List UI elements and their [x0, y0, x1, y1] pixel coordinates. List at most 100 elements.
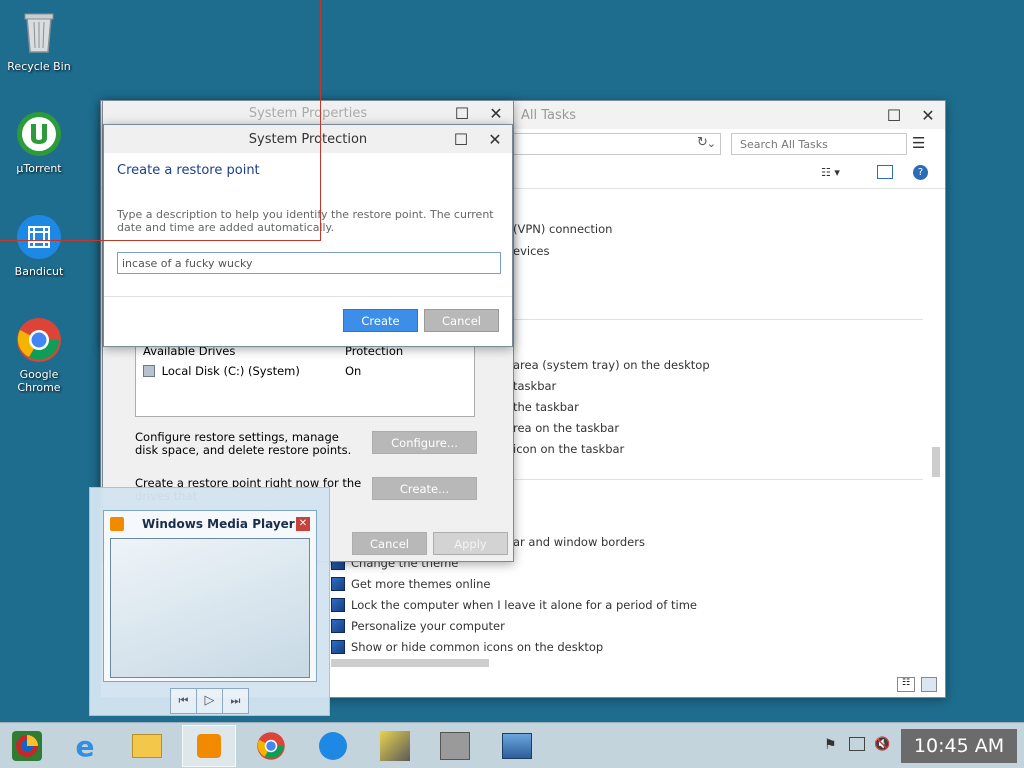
bandicut-icon	[17, 215, 61, 259]
system-protection-titlebar[interactable]: System Protection ☐ ✕	[104, 125, 512, 153]
task-item[interactable]: rea on the taskbar	[513, 421, 619, 435]
maximize-icon[interactable]: ☐	[445, 99, 479, 127]
close-icon[interactable]: ✕	[296, 517, 310, 531]
preview-pane-icon[interactable]	[877, 165, 893, 179]
task-item[interactable]: ar and window borders	[513, 535, 645, 549]
task-item[interactable]: (VPN) connection	[513, 222, 612, 236]
desktop-icon-bandicut[interactable]: Bandicut	[1, 213, 77, 278]
personalization-icon	[331, 640, 345, 654]
maximize-icon[interactable]: ☐	[877, 101, 911, 129]
next-track-icon[interactable]: ⏭	[223, 689, 248, 713]
task-desktop-icons[interactable]: Show or hide common icons on the desktop	[331, 640, 603, 654]
menu-icon[interactable]: ☰	[912, 134, 925, 152]
cancel-button[interactable]: Cancel	[352, 532, 427, 555]
flag-icon[interactable]: ⚑	[824, 737, 837, 753]
address-bar[interactable]: ⌄	[511, 133, 721, 155]
taskbar-internet-explorer[interactable]: e	[58, 725, 112, 767]
play-icon[interactable]: ▷	[196, 689, 223, 713]
drive-name: Local Disk (C:) (System)	[161, 364, 300, 378]
utorrent-icon	[17, 112, 61, 156]
create-restore-button[interactable]: Create...	[372, 477, 477, 500]
network-icon[interactable]	[849, 737, 865, 751]
desktop-icon-google-chrome[interactable]: Google Chrome	[1, 316, 77, 394]
taskbar-file-explorer[interactable]	[120, 725, 174, 767]
wmp-taskbar-preview[interactable]: Windows Media Player ✕ ⏮ ▷ ⏭	[89, 487, 330, 716]
task-item[interactable]: evices	[513, 244, 549, 258]
taskbar-system-properties[interactable]	[490, 725, 544, 767]
chrome-icon	[257, 732, 285, 760]
taskbar-google-chrome[interactable]	[244, 725, 298, 767]
task-label: Get more themes online	[351, 577, 491, 591]
refresh-icon[interactable]: ↻	[697, 135, 708, 150]
task-item[interactable]: icon on the taskbar	[513, 442, 624, 456]
large-icons-view-icon[interactable]	[921, 677, 937, 692]
bandicut-icon	[319, 732, 347, 760]
task-get-themes[interactable]: Get more themes online	[331, 577, 490, 591]
app-icon	[380, 731, 410, 761]
dialog-heading: Create a restore point	[117, 163, 260, 178]
wmp-window-thumbnail	[110, 538, 310, 678]
details-view-icon[interactable]: ☷	[897, 677, 915, 692]
taskbar-app-2[interactable]	[428, 725, 482, 767]
divider	[513, 319, 923, 320]
desktop-icon-label: Recycle Bin	[7, 60, 71, 73]
selection-line-vertical	[320, 0, 321, 240]
previous-track-icon[interactable]: ⏮	[171, 689, 196, 713]
personalization-icon	[331, 619, 345, 633]
volume-muted-icon[interactable]: 🔇	[874, 737, 890, 752]
taskbar: e ⚑ 🔇 10:45 AM	[0, 722, 1024, 768]
task-label: Personalize your computer	[351, 619, 505, 633]
wmp-playback-controls: ⏮ ▷ ⏭	[170, 688, 249, 714]
drive-protection: On	[345, 364, 362, 378]
create-button[interactable]: Create	[343, 309, 418, 332]
cancel-button[interactable]: Cancel	[424, 309, 499, 332]
wmp-preview-frame: Windows Media Player ✕	[103, 510, 317, 682]
chrome-icon	[17, 318, 61, 362]
apply-button[interactable]: Apply	[433, 532, 508, 555]
view-options-icon[interactable]: ☷ ▾	[821, 166, 840, 179]
drive-icon	[143, 365, 155, 377]
taskbar-app-1[interactable]	[368, 725, 422, 767]
drives-list[interactable]: Available Drives Protection Local Disk (…	[135, 341, 475, 417]
maximize-icon[interactable]: ☐	[444, 125, 478, 153]
help-icon[interactable]: ?	[913, 165, 928, 180]
window-title: All Tasks	[521, 108, 577, 123]
selection-line-horizontal	[0, 240, 321, 241]
wmp-preview-title: Windows Media Player	[142, 517, 295, 531]
restore-point-description-input[interactable]: incase of a fucky wucky	[117, 252, 501, 274]
task-label: Show or hide common icons on the desktop	[351, 640, 604, 654]
drive-row[interactable]: Local Disk (C:) (System) On	[143, 364, 474, 380]
desktop-icon-label: Google Chrome	[17, 368, 61, 394]
dialog-description: Type a description to help you identify …	[117, 208, 494, 234]
dialog-separator	[104, 296, 512, 297]
task-personalize[interactable]: Personalize your computer	[331, 619, 505, 633]
task-item[interactable]: the taskbar	[513, 400, 579, 414]
chevron-down-icon[interactable]: ⌄	[707, 137, 716, 150]
configure-button[interactable]: Configure...	[372, 431, 477, 454]
start-button[interactable]	[0, 725, 54, 767]
configure-description: Configure restore settings, manage disk …	[135, 430, 352, 457]
desktop-icon-label: µTorrent	[16, 162, 62, 175]
taskbar-windows-media-player[interactable]	[182, 725, 236, 767]
recycle-bin-icon	[24, 13, 54, 53]
desktop-icon-utorrent[interactable]: µTorrent	[1, 110, 77, 175]
start-icon	[12, 731, 42, 761]
horizontal-scrollbar[interactable]	[331, 659, 489, 667]
close-icon[interactable]: ✕	[911, 101, 945, 129]
vertical-scrollbar[interactable]	[932, 447, 940, 477]
personalization-icon	[331, 577, 345, 591]
desktop-icon-recycle-bin[interactable]: Recycle Bin	[1, 8, 77, 73]
app-icon	[440, 732, 470, 760]
taskbar-bandicut[interactable]	[306, 725, 360, 767]
close-icon[interactable]: ✕	[479, 99, 513, 127]
task-label: Lock the computer when I leave it alone …	[351, 598, 697, 612]
wmp-icon	[197, 734, 221, 758]
clock[interactable]: 10:45 AM	[901, 729, 1017, 763]
divider	[513, 479, 923, 480]
search-input[interactable]: Search All Tasks	[731, 133, 907, 155]
personalization-icon	[331, 598, 345, 612]
task-item[interactable]: taskbar	[513, 379, 556, 393]
task-item[interactable]: area (system tray) on the desktop	[513, 358, 710, 372]
task-lock-computer[interactable]: Lock the computer when I leave it alone …	[331, 598, 697, 612]
close-icon[interactable]: ✕	[478, 125, 512, 153]
